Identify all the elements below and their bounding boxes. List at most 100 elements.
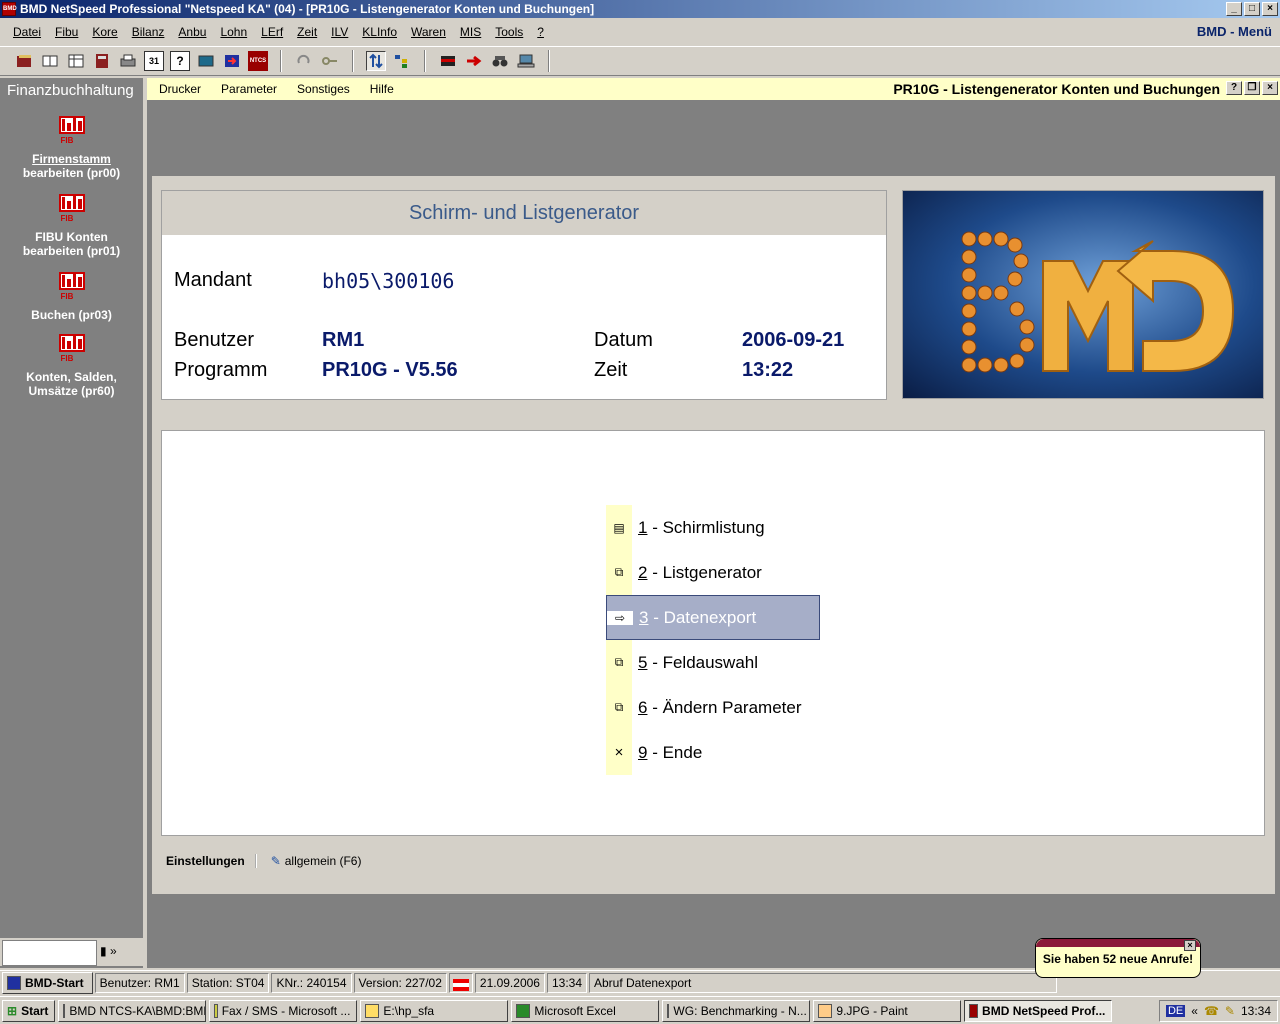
close-button[interactable]: × [1262,2,1278,16]
tree-icon[interactable] [392,51,412,71]
status-message: Abruf Datenexport [589,972,1057,993]
menu-kore[interactable]: Kore [85,25,124,39]
menu-tools[interactable]: Tools [488,25,530,39]
menu-ilv[interactable]: ILV [324,25,355,39]
menu-datei[interactable]: Datei [6,25,48,39]
option-label: 5 - Feldauswahl [638,652,759,672]
menu-drucker[interactable]: Drucker [159,82,211,96]
list-icon: ▤ [613,520,625,535]
sidebar-item-firmenstamm[interactable]: FIB Firmenstamm bearbeiten (pr00) [0,114,143,180]
datum-label: Datum [594,329,653,351]
exit-icon[interactable] [222,51,242,71]
minimize-button[interactable]: _ [1226,2,1242,16]
table-icon[interactable] [66,51,86,71]
status-benutzer: Benutzer: RM1 [94,972,185,993]
screen-icon[interactable] [196,51,216,71]
option-aendern-parameter[interactable]: ⧉ 6 - Ändern Parameter [606,685,820,730]
sidebar-item-buchen[interactable]: FIB Buchen (pr03) [0,270,143,322]
notification-balloon[interactable]: × Sie haben 52 neue Anrufe! [1035,938,1201,978]
taskbar-paint[interactable]: 9.JPG - Paint [813,999,962,1022]
taskbar-bmd-netspeed[interactable]: BMD NetSpeed Prof... [964,999,1113,1022]
menu-waren[interactable]: Waren [404,25,453,39]
allgemein-button[interactable]: ✎ allgemein (F6) [271,854,362,868]
sidebar-search-input[interactable] [2,940,97,966]
sidebar-item-konten-salden[interactable]: FIB Konten, Salden, Umsätze (pr60) [0,332,143,398]
fib-icon: FIB [57,192,87,226]
key-icon[interactable] [320,51,340,71]
option-label: 9 - Ende [638,742,703,762]
option-ende[interactable]: × 9 - Ende [606,730,820,775]
menu-bilanz[interactable]: Bilanz [125,25,172,39]
language-indicator[interactable]: DE [1165,1005,1186,1017]
info-heading: Schirm- und Listgenerator [162,191,886,235]
menu-lerf[interactable]: LErf [254,25,290,39]
mail-icon [667,1003,670,1018]
menu-anbu[interactable]: Anbu [171,25,213,39]
toolbar-separator [280,50,282,72]
contacts-icon[interactable] [40,51,60,71]
bmd-start-button[interactable]: BMD-Start [2,971,93,994]
sidebar-expand-icon[interactable]: ▮ » [100,944,117,958]
programm-value: PR10G - V5.56 [322,359,458,381]
clock[interactable]: 13:34 [1241,1004,1271,1018]
taskbar-bmd-ntcs[interactable]: BMD NTCS-KA\BMD:BMD [58,999,207,1022]
calculator-icon[interactable] [92,51,112,71]
taskbar-excel[interactable]: Microsoft Excel [511,999,660,1022]
option-datenexport[interactable]: ⇨ 3 - Datenexport [606,595,820,640]
maximize-button[interactable]: □ [1244,2,1260,16]
phone-icon[interactable]: ☎ [1204,1004,1219,1018]
menu-parameter[interactable]: Parameter [221,82,287,96]
switch-icon[interactable] [366,51,386,71]
menu-help[interactable]: ? [530,25,551,39]
export-icon: ⇨ [607,610,633,625]
sidebar-footer: ▮ » [0,936,143,966]
option-schirmlistung[interactable]: ▤ 1 - Schirmlistung [606,505,820,550]
flag-icon[interactable] [438,51,458,71]
option-label: 2 - Listgenerator [638,562,762,582]
mandant-value: bh05\300106 [322,269,455,293]
book-icon[interactable] [14,51,34,71]
mandant-label: Mandant [174,269,252,291]
computer-icon[interactable] [516,51,536,71]
fax-icon [214,1003,218,1018]
bmd-menu-label[interactable]: BMD - Menü [1197,24,1272,39]
child-restore-button[interactable]: ❐ [1244,81,1260,95]
ntcs-icon[interactable]: NTCS [248,51,268,71]
window-titlebar[interactable]: BMD BMD NetSpeed Professional "Netspeed … [0,0,1280,18]
menu-sonstiges[interactable]: Sonstiges [297,82,360,96]
menu-mis[interactable]: MIS [453,25,488,39]
menu-klinfo[interactable]: KLInfo [355,25,404,39]
sidebar-item-fibu-konten[interactable]: FIB FIBU Konten bearbeiten (pr01) [0,192,143,258]
ntcs-icon [63,1003,66,1018]
print-icon[interactable] [118,51,138,71]
bmd-logo-image [902,190,1264,399]
menu-fibu[interactable]: Fibu [48,25,85,39]
pen-icon[interactable]: ✎ [1225,1004,1235,1018]
option-feldauswahl[interactable]: ⧉ 5 - Feldauswahl [606,640,820,685]
menu-zeit[interactable]: Zeit [290,25,324,39]
taskbar-fax-sms[interactable]: Fax / SMS - Microsoft ... [209,999,358,1022]
menu-lohn[interactable]: Lohn [213,25,254,39]
arrow-right-icon[interactable] [464,51,484,71]
settings-bar: Einstellungen ✎ allgemein (F6) [161,846,1265,876]
datum-value: 2006-09-21 [742,329,845,351]
start-button[interactable]: ⊞ Start [2,999,56,1022]
child-help-button[interactable]: ? [1226,81,1242,95]
undo-icon[interactable] [294,51,314,71]
calendar-icon[interactable]: 31 [144,51,164,71]
excel-icon [516,1003,531,1018]
balloon-close-button[interactable]: × [1184,940,1196,951]
option-listgenerator[interactable]: ⧉ 2 - Listgenerator [606,550,820,595]
balloon-header [1036,939,1200,947]
sidebar-item-label: Buchen (pr03) [31,308,112,322]
field-select-icon: ⧉ [614,655,624,669]
einstellungen-label[interactable]: Einstellungen [166,854,257,868]
child-close-button[interactable]: × [1262,81,1278,95]
taskbar-explorer[interactable]: E:\hp_sfa [360,999,509,1022]
option-label: 3 - Datenexport [639,607,757,627]
help-icon[interactable]: ? [170,51,190,71]
binoculars-icon[interactable] [490,51,510,71]
menu-hilfe[interactable]: Hilfe [370,82,404,96]
taskbar-outlook-mail[interactable]: WG: Benchmarking - N... [662,999,811,1022]
tray-expand-icon[interactable]: « [1191,1004,1198,1018]
